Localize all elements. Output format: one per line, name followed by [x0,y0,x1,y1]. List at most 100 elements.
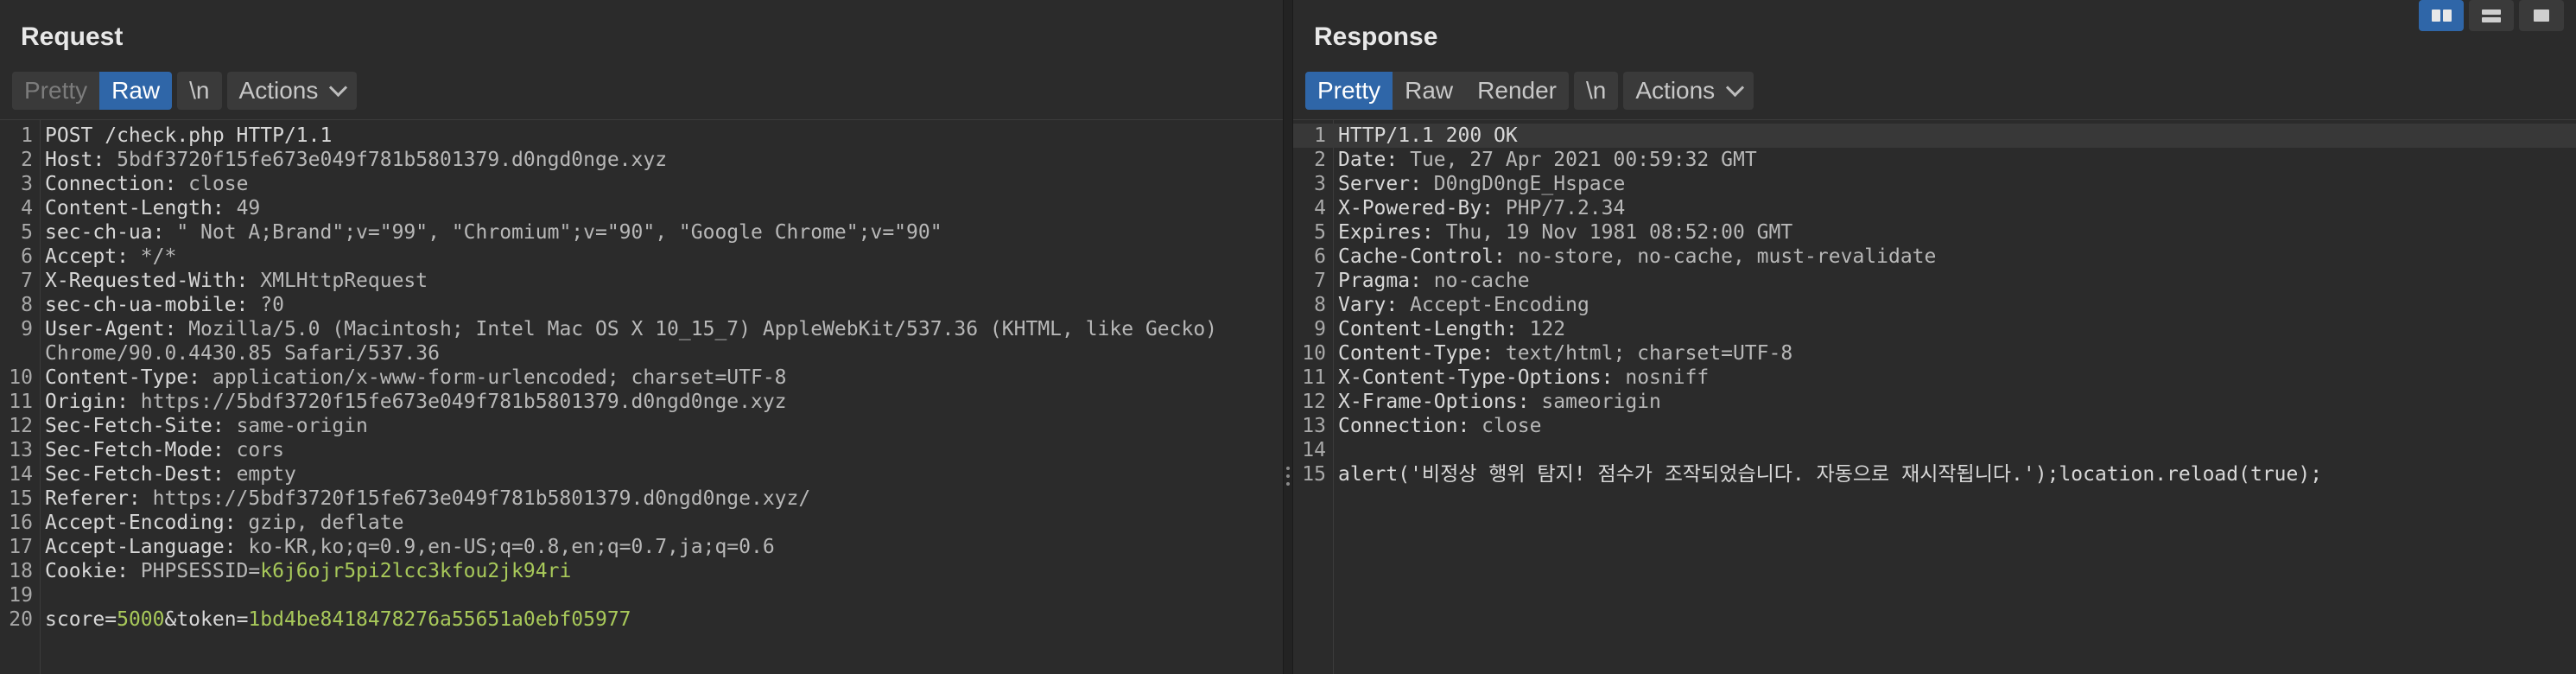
line-text: score=5000&token=1bd4be8418478276a55651a… [45,607,1276,632]
line-key: Sec-Fetch-Site: [45,415,225,437]
line-text: Content-Type: text/html; charset=UTF-8 [1338,341,2569,366]
message-editor: Request Pretty Raw \n Actions 1 POST /che… [0,0,2576,674]
line-key: HTTP/1.1 200 OK [1338,124,1518,147]
line-value: */* [128,245,177,268]
line-text: User-Agent: Mozilla/5.0 (Macintosh; Inte… [45,317,1276,366]
response-tab-pretty[interactable]: Pretty [1305,72,1393,110]
line-number: 2 [1314,149,1326,171]
line-key: Accept: [45,245,129,268]
request-editor[interactable]: 1 POST /check.php HTTP/1.1 2 Host: 5bdf3720… [0,119,1283,674]
request-actions-button[interactable]: Actions [226,72,358,110]
line-value: cors [224,439,284,461]
line-value: ko-KR,ko;q=0.9,en-US;q=0.8,en;q=0.7,ja;q… [236,536,775,558]
request-newline-toggle[interactable]: \n [177,72,222,110]
line-text: Origin: https://5bdf3720f15fe673e049f781… [45,390,1276,414]
line-number: 9 [21,318,33,340]
line-number: 5 [1314,221,1326,244]
line-value: Accept-Encoding [1398,294,1589,316]
request-line: 18 Cookie: PHPSESSID=k6j6ojr5pi2lcc3kfou2… [0,559,1283,583]
line-number: 6 [21,245,33,268]
single-pane-icon [2534,10,2549,22]
line-number: 11 [9,391,33,413]
line-number: 8 [21,294,33,316]
line-key: Content-Length: [45,197,225,219]
line-value: close [1469,415,1542,437]
panel-splitter[interactable] [1283,0,1293,674]
response-tab-raw[interactable]: Raw [1393,72,1466,110]
line-key: Connection: [1338,415,1470,437]
line-text: Sec-Fetch-Site: same-origin [45,414,1276,438]
line-value: text/html; charset=UTF-8 [1494,342,1793,365]
line-text: Content-Length: 122 [1338,317,2569,341]
line-number: 7 [21,270,33,292]
layout-side-by-side-button[interactable] [2419,0,2464,31]
response-tab-render[interactable]: Render [1465,72,1569,110]
line-key: Expires: [1338,221,1434,244]
layout-single-button[interactable] [2519,0,2564,31]
line-number: 4 [1314,197,1326,219]
line-text: Sec-Fetch-Mode: cors [45,438,1276,462]
line-value: Thu, 19 Nov 1981 08:52:00 GMT [1433,221,1793,244]
request-tab-pretty[interactable]: Pretty [12,72,100,110]
line-key: X-Powered-By: [1338,197,1494,219]
line-key: X-Content-Type-Options: [1338,366,1614,389]
line-value: " Not A;Brand";v="99", "Chromium";v="90"… [164,221,942,244]
line-number: 3 [1314,173,1326,195]
response-actions-button[interactable]: Actions [1623,72,1754,110]
line-key: Cache-Control: [1338,245,1506,268]
response-editor[interactable]: 1 HTTP/1.1 200 OK 2 Date: Tue, 27 Apr 2021 … [1293,119,2576,674]
line-key: alert('비정상 행위 탐지! 점수가 조작되었습니다. 자동으로 재시작됩… [1338,463,2323,486]
line-value: XMLHttpRequest [248,270,428,292]
response-newline-toggle[interactable]: \n [1574,72,1619,110]
request-line: 5 sec-ch-ua: " Not A;Brand";v="99", "Chro… [0,220,1283,245]
line-value: ?0 [248,294,284,316]
line-text: Expires: Thu, 19 Nov 1981 08:52:00 GMT [1338,220,2569,245]
response-title: Response [1314,22,1438,51]
line-text: Accept-Language: ko-KR,ko;q=0.9,en-US;q=… [45,535,1276,559]
line-number: 6 [1314,245,1326,268]
response-line: 12 X-Frame-Options: sameorigin [1293,390,2576,414]
line-number: 18 [9,560,33,582]
response-line: 13 Connection: close [1293,414,2576,438]
response-line: 15 alert('비정상 행위 탐지! 점수가 조작되었습니다. 자동으로 재시… [1293,462,2576,486]
line-number: 1 [1314,124,1326,147]
line-text: Host: 5bdf3720f15fe673e049f781b5801379.d… [45,148,1276,172]
line-text: Vary: Accept-Encoding [1338,293,2569,317]
request-lines: 1 POST /check.php HTTP/1.1 2 Host: 5bdf3720… [0,124,1283,632]
layout-stacked-button[interactable] [2469,0,2514,31]
rows-icon [2482,9,2501,22]
line-text: Connection: close [1338,414,2569,438]
drag-handle-icon[interactable] [1286,467,1290,493]
request-actions-label: Actions [238,77,319,104]
line-text: X-Requested-With: XMLHttpRequest [45,269,1276,293]
line-number: 17 [9,536,33,558]
request-line: 2 Host: 5bdf3720f15fe673e049f781b5801379.… [0,148,1283,172]
request-tab-raw[interactable]: Raw [99,72,173,110]
line-value: Mozilla/5.0 (Macintosh; Intel Mac OS X 1… [45,318,1229,365]
line-value: https://5bdf3720f15fe673e049f781b5801379… [140,487,811,510]
request-line: 1 POST /check.php HTTP/1.1 [0,124,1283,148]
line-value: 5bdf3720f15fe673e049f781b5801379.d0ngd0n… [105,149,668,171]
line-value: sameorigin [1529,391,1661,413]
response-view-tabs: Pretty Raw Render [1305,72,1569,110]
line-key: Referer: [45,487,141,510]
columns-icon [2431,10,2452,22]
line-number: 3 [21,173,33,195]
line-key: User-Agent: [45,318,177,340]
line-text: Pragma: no-cache [1338,269,2569,293]
request-toolbar: Pretty Raw \n Actions [12,71,358,111]
param-value: 5000 [117,608,165,631]
request-line: 8 sec-ch-ua-mobile: ?0 [0,293,1283,317]
line-value: PHPSESSID= [128,560,261,582]
line-number: 14 [1302,439,1326,461]
line-key: X-Frame-Options: [1338,391,1530,413]
line-key: Accept-Encoding: [45,512,237,534]
param-value: 1bd4be8418478276a55651a0ebf05977 [248,608,631,631]
line-key: X-Requested-With: [45,270,249,292]
response-line: 4 X-Powered-By: PHP/7.2.34 [1293,196,2576,220]
response-line: 2 Date: Tue, 27 Apr 2021 00:59:32 GMT [1293,148,2576,172]
line-number: 20 [9,608,33,631]
line-key: Content-Type: [45,366,201,389]
line-key: Host: [45,149,105,171]
request-line: 6 Accept: */* [0,245,1283,269]
